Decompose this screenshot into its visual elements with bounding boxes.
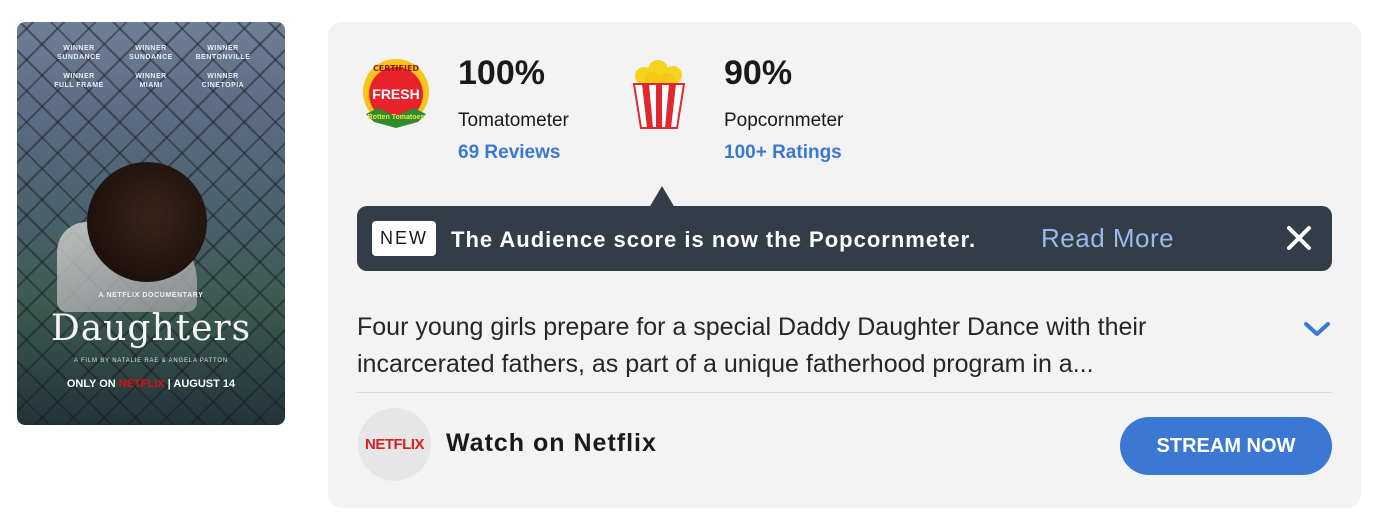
release-brand: NETFLIX — [118, 378, 165, 390]
laurel: WINNER CINETOPIA — [201, 73, 245, 89]
popcorn-icon — [632, 60, 686, 129]
svg-text:FRESH: FRESH — [372, 86, 419, 102]
banner-pointer — [649, 186, 675, 208]
tomatometer-value: 100% — [458, 54, 545, 92]
laurel: WINNER MIAMI — [135, 73, 167, 89]
score-card: CERTIFIED FRESH Rotten Tomatoes 100% Tom… — [328, 22, 1361, 508]
svg-text:Rotten Tomatoes: Rotten Tomatoes — [368, 114, 425, 121]
laurel: WINNER FULL FRAME — [54, 73, 104, 89]
close-icon[interactable] — [1283, 222, 1315, 254]
new-badge: NEW — [372, 221, 436, 256]
synopsis-line: incarcerated fathers, as part of a uniqu… — [357, 350, 1094, 378]
synopsis-line: Four young girls prepare for a special D… — [357, 313, 1147, 341]
poster-title: Daughters — [50, 308, 252, 349]
laurel: WINNER BENTONVILLE — [195, 45, 251, 61]
divider — [357, 392, 1332, 393]
poster-release: ONLY ON NETFLIX | AUGUST 14 — [66, 378, 236, 390]
ratings-link[interactable]: 100+ Ratings — [724, 142, 842, 164]
release-date: AUGUST 14 — [173, 378, 236, 390]
stream-now-button[interactable]: STREAM NOW — [1120, 417, 1332, 475]
release-prefix: ONLY ON — [66, 378, 116, 390]
netflix-logo: NETFLIX — [358, 408, 431, 481]
chevron-down-icon[interactable] — [1302, 318, 1332, 340]
read-more-link[interactable]: Read More — [1041, 223, 1174, 254]
poster-laurels: WINNER SUNDANCE WINNER SUNDANCE WINNER BENT… — [17, 44, 285, 90]
certified-fresh-icon: CERTIFIED FRESH Rotten Tomatoes — [363, 59, 429, 128]
poster-credit: A FILM BY NATALIE RAE & ANGELA PATTON — [74, 358, 228, 364]
popcornmeter-announcement-banner: NEW The Audience score is now the Popcor… — [357, 206, 1332, 271]
tomatometer-label: Tomatometer — [458, 110, 569, 131]
laurel: WINNER SUNDANCE — [129, 45, 173, 61]
banner-message: The Audience score is now the Popcornmet… — [451, 227, 977, 252]
laurel: WINNER SUNDANCE — [57, 45, 101, 61]
movie-synopsis: Four young girls prepare for a special D… — [357, 309, 1257, 383]
movie-poster[interactable]: WINNER SUNDANCE WINNER SUNDANCE WINNER BENT… — [17, 22, 285, 425]
popcornmeter-value: 90% — [724, 54, 793, 92]
poster-label: A NETFLIX DOCUMENTARY — [98, 292, 204, 299]
reviews-link[interactable]: 69 Reviews — [458, 142, 560, 164]
popcornmeter-label: Popcornmeter — [724, 110, 844, 131]
poster-figure — [87, 162, 207, 282]
watch-provider-text: Watch on Netflix — [446, 429, 657, 457]
svg-text:CERTIFIED: CERTIFIED — [373, 64, 419, 73]
